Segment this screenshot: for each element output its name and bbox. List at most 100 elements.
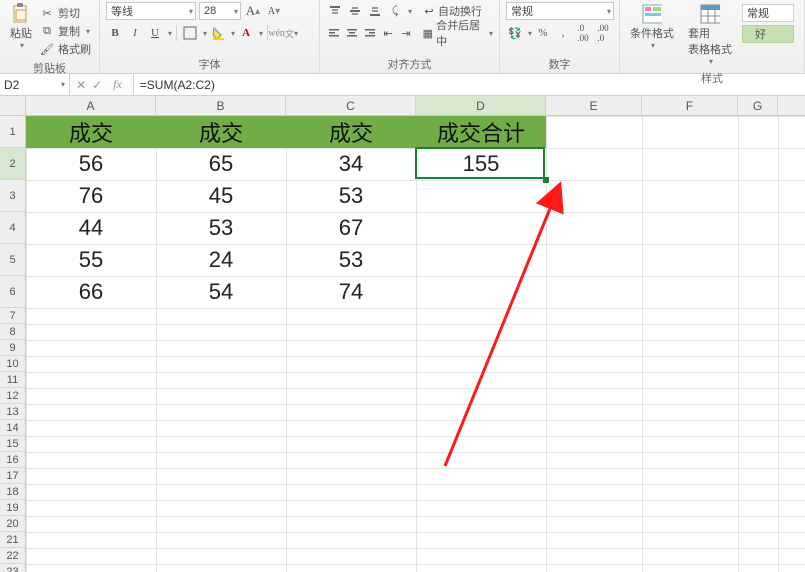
font-color-button[interactable]: A <box>237 24 255 42</box>
styles-group-title: 样式 <box>626 68 798 87</box>
increase-font-button[interactable]: A▴ <box>244 2 262 20</box>
row-header-17[interactable]: 17 <box>0 468 25 484</box>
cell-A2[interactable]: 56 <box>26 148 156 180</box>
fill-color-button[interactable] <box>209 24 227 42</box>
align-bottom-button[interactable] <box>366 2 384 20</box>
style-normal[interactable]: 常规 <box>742 4 794 22</box>
cell-B4[interactable]: 53 <box>156 212 286 244</box>
select-all-corner[interactable] <box>0 96 26 116</box>
row-header-21[interactable]: 21 <box>0 532 25 548</box>
format-painter-button[interactable]: 🖌 格式刷 <box>40 40 91 58</box>
row-header-7[interactable]: 7 <box>0 308 25 324</box>
percent-button[interactable]: % <box>534 24 552 42</box>
increase-decimal-button[interactable]: .0.00 <box>574 24 592 42</box>
phonetic-button[interactable]: wén文 <box>272 24 290 42</box>
row-header-8[interactable]: 8 <box>0 324 25 340</box>
row-header-5[interactable]: 5 <box>0 244 25 276</box>
row-header-6[interactable]: 6 <box>0 276 25 308</box>
column-header-B[interactable]: B <box>156 96 286 115</box>
paste-button[interactable]: 粘贴 ▾ <box>6 2 36 52</box>
column-header-G[interactable]: G <box>738 96 778 115</box>
copy-icon: ⧉ <box>40 24 54 38</box>
cell-reference: D2 <box>4 78 19 92</box>
column-header-D[interactable]: D <box>416 96 546 115</box>
bold-button[interactable]: B <box>106 24 124 42</box>
row-header-11[interactable]: 11 <box>0 372 25 388</box>
cell-B5[interactable]: 24 <box>156 244 286 276</box>
font-family-value: 等线 <box>111 3 133 19</box>
cell-B6[interactable]: 54 <box>156 276 286 308</box>
decrease-font-button[interactable]: A▾ <box>265 2 283 20</box>
cell-D1[interactable]: 成交合计 <box>416 116 546 148</box>
row-header-2[interactable]: 2 <box>0 148 25 180</box>
cell-C4[interactable]: 67 <box>286 212 416 244</box>
column-header-E[interactable]: E <box>546 96 642 115</box>
decrease-indent-button[interactable]: ⇤ <box>380 24 396 42</box>
font-size-combo[interactable]: 28▾ <box>199 2 241 20</box>
row-header-13[interactable]: 13 <box>0 404 25 420</box>
cell-C5[interactable]: 53 <box>286 244 416 276</box>
decrease-decimal-button[interactable]: .00.0 <box>594 24 612 42</box>
row-header-22[interactable]: 22 <box>0 548 25 564</box>
number-format-combo[interactable]: 常规▾ <box>506 2 614 20</box>
cell-A5[interactable]: 55 <box>26 244 156 276</box>
row-header-1[interactable]: 1 <box>0 116 25 148</box>
style-good[interactable]: 好 <box>742 25 794 43</box>
fill-handle[interactable] <box>543 177 549 183</box>
align-center-button[interactable] <box>344 24 360 42</box>
row-header-19[interactable]: 19 <box>0 500 25 516</box>
name-box[interactable]: D2 ▾ <box>0 74 70 95</box>
row-header-14[interactable]: 14 <box>0 420 25 436</box>
row-header-15[interactable]: 15 <box>0 436 25 452</box>
align-middle-button[interactable] <box>346 2 364 20</box>
cut-button[interactable]: ✂ 剪切 <box>40 4 91 22</box>
font-family-combo[interactable]: 等线▾ <box>106 2 196 20</box>
cell-B2[interactable]: 65 <box>156 148 286 180</box>
cell-A6[interactable]: 66 <box>26 276 156 308</box>
copy-label: 复制 <box>58 23 80 39</box>
underline-button[interactable]: U <box>146 24 164 42</box>
row-header-9[interactable]: 9 <box>0 340 25 356</box>
border-button[interactable] <box>181 24 199 42</box>
selection-box <box>415 147 545 179</box>
table-format-button[interactable]: 套用 表格格式▾ <box>684 2 736 68</box>
row-header-3[interactable]: 3 <box>0 180 25 212</box>
italic-button[interactable]: I <box>126 24 144 42</box>
orientation-button[interactable]: ⤹ <box>386 2 404 20</box>
column-header-A[interactable]: A <box>26 96 156 115</box>
row-header-10[interactable]: 10 <box>0 356 25 372</box>
spreadsheet-area: ABCDEFG 12345678910111213141516171819202… <box>0 96 805 572</box>
comma-button[interactable]: , <box>554 24 572 42</box>
cell-A4[interactable]: 44 <box>26 212 156 244</box>
column-header-C[interactable]: C <box>286 96 416 115</box>
accept-formula-button[interactable]: ✓ <box>92 78 102 92</box>
currency-button[interactable]: 💱 <box>506 24 524 42</box>
align-top-button[interactable] <box>326 2 344 20</box>
cell-B3[interactable]: 45 <box>156 180 286 212</box>
cell-grid[interactable]: 成交成交成交成交合计566534155764553445367552453665… <box>26 116 805 572</box>
row-header-20[interactable]: 20 <box>0 516 25 532</box>
cell-A3[interactable]: 76 <box>26 180 156 212</box>
merge-center-button[interactable]: 合并后居中 <box>436 17 485 49</box>
cell-C2[interactable]: 34 <box>286 148 416 180</box>
align-left-button[interactable] <box>326 24 342 42</box>
cell-B1[interactable]: 成交 <box>156 116 286 148</box>
row-header-12[interactable]: 12 <box>0 388 25 404</box>
cell-C1[interactable]: 成交 <box>286 116 416 148</box>
cell-C3[interactable]: 53 <box>286 180 416 212</box>
number-group-title: 数字 <box>506 54 613 73</box>
row-header-4[interactable]: 4 <box>0 212 25 244</box>
conditional-format-button[interactable]: 条件格式▾ <box>626 2 678 52</box>
format-painter-label: 格式刷 <box>58 41 91 57</box>
row-header-23[interactable]: 23 <box>0 564 25 572</box>
cell-A1[interactable]: 成交 <box>26 116 156 148</box>
row-header-18[interactable]: 18 <box>0 484 25 500</box>
align-right-button[interactable] <box>362 24 378 42</box>
cell-C6[interactable]: 74 <box>286 276 416 308</box>
cancel-formula-button[interactable]: ✕ <box>76 78 86 92</box>
increase-indent-button[interactable]: ⇥ <box>398 24 414 42</box>
column-header-F[interactable]: F <box>642 96 738 115</box>
fx-icon[interactable]: fx <box>108 77 127 92</box>
copy-button[interactable]: ⧉ 复制 ▾ <box>40 22 91 40</box>
row-header-16[interactable]: 16 <box>0 452 25 468</box>
